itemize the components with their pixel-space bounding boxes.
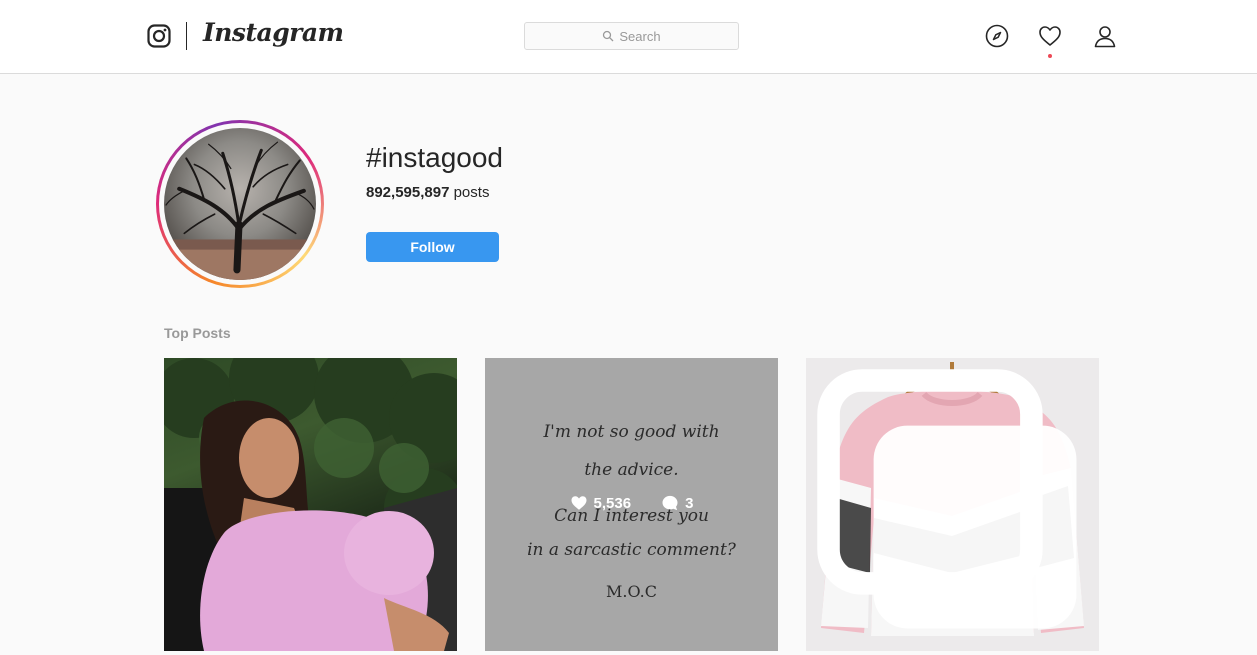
quote-line-4: in a sarcastic comment? xyxy=(527,540,736,560)
post-tile-3[interactable] xyxy=(806,358,1099,651)
top-navigation: Instagram Search xyxy=(0,0,1257,74)
comment-filled-icon xyxy=(662,495,678,511)
quote-line-1: I'm not so good with xyxy=(543,422,720,442)
logo-divider xyxy=(186,22,187,50)
likes-count: 5,536 xyxy=(593,494,632,512)
quote-line-2: the advice. xyxy=(584,460,679,480)
tree-illustration xyxy=(164,141,316,280)
post-tile-1[interactable] xyxy=(164,358,457,651)
post-hover-stats: 5,536 3 xyxy=(485,494,778,512)
heart-icon[interactable] xyxy=(1038,24,1062,48)
multiple-photos-icon xyxy=(817,369,1077,629)
post-tile-2[interactable]: I'm not so good with the advice. Can I i… xyxy=(485,358,778,651)
instagram-glyph-icon[interactable] xyxy=(147,24,171,48)
hashtag-title: #instagood xyxy=(366,142,504,173)
instagram-wordmark[interactable]: Instagram xyxy=(203,18,344,47)
comments-count: 3 xyxy=(685,494,694,512)
post-count: 892,595,897 posts xyxy=(366,184,489,201)
notification-dot xyxy=(1048,54,1052,58)
hashtag-avatar xyxy=(156,120,324,288)
quote-signature: M.O.C xyxy=(606,582,657,601)
tree-photo xyxy=(164,128,316,280)
search-input[interactable]: Search xyxy=(524,22,739,50)
likes-stat: 5,536 xyxy=(570,494,632,512)
heart-filled-icon xyxy=(571,496,587,510)
post-count-value: 892,595,897 xyxy=(366,184,450,201)
search-icon xyxy=(603,30,614,42)
follow-button[interactable]: Follow xyxy=(366,232,499,262)
top-posts-heading: Top Posts xyxy=(164,325,231,341)
search-placeholder: Search xyxy=(619,28,661,44)
compass-icon[interactable] xyxy=(985,24,1009,48)
comments-stat: 3 xyxy=(661,494,693,512)
portrait-photo xyxy=(164,358,457,651)
post-count-label: posts xyxy=(453,184,490,201)
profile-icon[interactable] xyxy=(1093,24,1117,48)
